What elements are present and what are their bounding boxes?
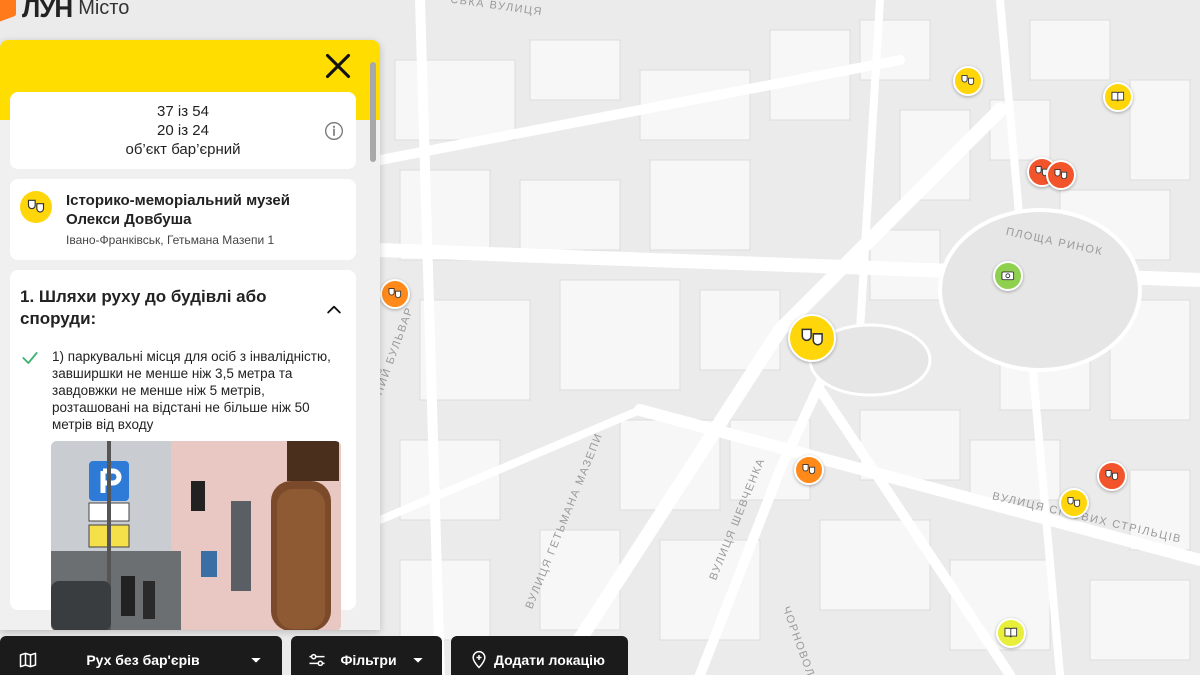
poi-theatre-marker[interactable] — [1097, 461, 1127, 491]
theatre-icon — [1105, 470, 1119, 481]
object-category-badge — [20, 191, 52, 223]
filters-button[interactable]: Фільтри — [291, 636, 442, 675]
section-title[interactable]: 1. Шляхи руху до будівлі або споруди: — [20, 286, 290, 330]
rating-score-required: 20 із 24 — [157, 122, 209, 139]
theatre-icon — [801, 328, 823, 346]
caret-down-icon — [413, 658, 423, 663]
panel-scroll-area[interactable]: 37 із 54 20 із 24 об’єкт бар’єрний Істор… — [0, 92, 366, 630]
poi-library-marker[interactable] — [996, 618, 1026, 648]
theatre-icon — [388, 288, 402, 299]
logo-mark — [0, 0, 16, 25]
poi-theatre-marker[interactable] — [953, 66, 983, 96]
chevron-up-icon[interactable] — [324, 300, 344, 320]
poi-theatre-marker[interactable] — [794, 455, 824, 485]
accessibility-rating-card: 37 із 54 20 із 24 об’єкт бар’єрний — [10, 92, 356, 169]
theatre-icon — [1054, 169, 1068, 180]
object-card: Історико-меморіальний музей Олекси Довбу… — [10, 179, 356, 260]
logo-subtitle: Місто — [78, 0, 130, 19]
poi-theatre-marker[interactable] — [1059, 488, 1089, 518]
theatre-icon — [1067, 497, 1081, 508]
filters-label: Фільтри — [340, 652, 397, 668]
criteria-section: 1. Шляхи руху до будівлі або споруди: 1)… — [10, 270, 356, 630]
route-mode-label: Рух без бар'єрів — [86, 652, 200, 668]
photo-illustration — [51, 441, 341, 630]
rating-status: об’єкт бар’єрний — [125, 141, 241, 158]
theatre-icon — [961, 75, 975, 86]
theatre-icon — [27, 199, 45, 213]
book-icon — [1111, 91, 1125, 102]
poi-theatre-marker[interactable] — [380, 279, 410, 309]
object-address: Івано-Франківськ, Гетьмана Мазепи 1 — [66, 233, 275, 247]
book-icon — [1004, 627, 1018, 638]
add-location-button[interactable]: Додати локацію — [451, 636, 628, 675]
poi-library-marker[interactable] — [1103, 82, 1133, 112]
poi-bank-marker[interactable] — [993, 261, 1023, 291]
object-title: Історико-меморіальний музей Олекси Довбу… — [66, 192, 290, 228]
check-icon — [22, 352, 38, 364]
caret-down-icon — [251, 658, 261, 663]
info-icon[interactable] — [324, 121, 344, 141]
requirement-item: 1) паркувальні місця для осіб з інвалідн… — [20, 348, 346, 433]
panel-scrollbar[interactable] — [368, 52, 378, 622]
location-pin-icon — [472, 650, 486, 669]
poi-theatre-marker[interactable] — [1046, 160, 1076, 190]
map-icon — [19, 652, 37, 668]
app-logo[interactable]: ЛУН Місто — [0, 0, 130, 25]
add-location-label: Додати локацію — [493, 652, 606, 668]
scrollbar-thumb[interactable] — [370, 62, 376, 162]
logo-word: ЛУН — [22, 0, 73, 23]
close-icon[interactable] — [324, 52, 352, 80]
requirement-photo[interactable] — [51, 441, 341, 630]
sliders-icon — [309, 653, 325, 667]
details-panel: 37 із 54 20 із 24 об’єкт бар’єрний Істор… — [0, 40, 380, 630]
poi-selected-marker[interactable] — [788, 314, 836, 362]
money-icon — [1001, 271, 1015, 281]
requirement-text: 1) паркувальні місця для осіб з інвалідн… — [52, 349, 331, 432]
route-mode-button[interactable]: Рух без бар'єрів — [0, 636, 282, 675]
rating-score-total: 37 із 54 — [157, 103, 209, 120]
theatre-icon — [802, 464, 816, 475]
